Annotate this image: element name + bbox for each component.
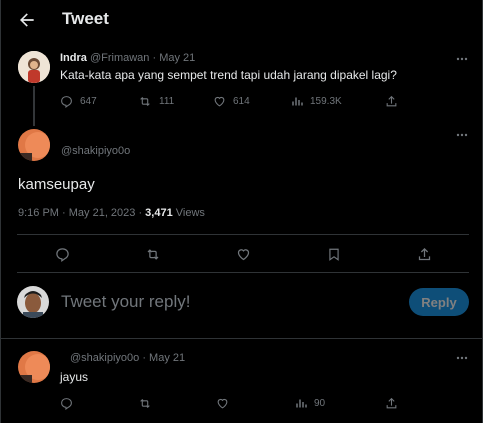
tweet-text: jayus [60,370,89,384]
retweet-count: 111 [159,96,175,107]
views-count: 3,471 [145,207,173,219]
avatar[interactable] [18,129,50,161]
share-icon[interactable] [385,397,398,410]
page-title: Tweet [62,9,109,28]
divider [17,234,469,235]
author-handle[interactable]: @shakipiyo0o [70,352,139,364]
tweet-author: @shakipiyo0o · May 21 [70,352,185,364]
avatar-photo [18,129,50,161]
share-icon[interactable] [385,95,398,108]
views-icon [296,399,307,408]
tweet-meta: 9:16 PM · May 21, 2023 · 3,471 Views [18,207,205,219]
arrow-left-icon[interactable] [17,10,37,30]
avatar-photo [17,286,49,318]
reply-input[interactable]: Tweet your reply! [61,292,190,312]
tweet-author: Indra @Frimawan · May 21 [60,52,195,64]
tweet-date[interactable]: · May 21 [142,352,185,364]
reply-icon [61,96,72,108]
author-handle[interactable]: @shakipiyo0o [61,145,130,157]
heart-icon [214,96,225,107]
divider [1,338,483,339]
views-count: 90 [314,398,326,409]
more-icon[interactable] [455,351,469,365]
thread-line [33,86,35,126]
avatar[interactable] [17,286,49,318]
avatar-photo [18,51,50,83]
author-handle[interactable]: @Frimawan [90,52,149,64]
heart-icon[interactable] [216,397,229,410]
views-action[interactable]: 90 [295,397,325,410]
tweet-text: kamseupay [18,176,95,193]
tweet-text: Kata-kata apa yang sempet trend tapi uda… [60,68,397,82]
share-icon[interactable] [417,247,432,262]
more-icon[interactable] [455,128,469,142]
reply-count: 647 [80,96,97,107]
reply-icon[interactable] [55,247,70,262]
views-action[interactable]: 159.3K [291,95,342,108]
author-name[interactable]: Indra [60,52,87,64]
avatar-photo [18,351,50,383]
avatar[interactable] [18,351,50,383]
retweet-icon [140,96,150,107]
header: Tweet [1,0,483,40]
like-action[interactable]: 614 [213,95,250,108]
views-label: Views [172,207,205,219]
divider [17,272,469,273]
avatar[interactable] [18,51,50,83]
retweet-action[interactable]: 111 [138,95,174,108]
views-count: 159.3K [310,96,342,107]
heart-icon[interactable] [236,247,251,262]
retweet-icon[interactable] [145,247,161,262]
reply-button[interactable]: Reply [409,288,469,316]
like-count: 614 [233,96,250,107]
more-icon[interactable] [455,52,469,66]
retweet-icon[interactable] [138,397,152,410]
tweet-timestamp[interactable]: 9:16 PM · May 21, 2023 · [18,207,145,219]
tweet-page: Tweet Indra @Frimawan · May 21 Kata-kata… [0,0,483,423]
bookmark-icon[interactable] [327,247,341,262]
views-icon [292,97,303,106]
reply-action[interactable]: 647 [60,95,97,108]
tweet-date[interactable]: · May 21 [152,52,195,64]
reply-icon[interactable] [60,397,73,410]
